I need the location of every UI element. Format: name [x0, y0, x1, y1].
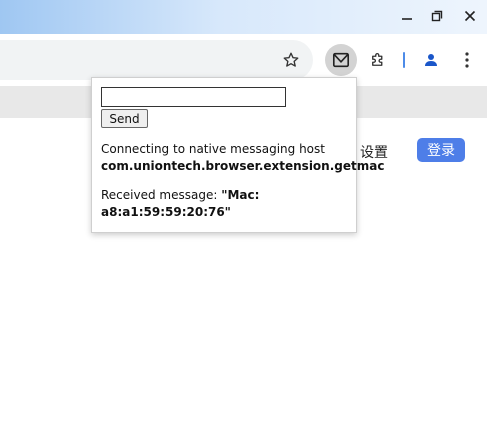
restore-button[interactable]: [426, 6, 448, 26]
extensions-button[interactable]: [362, 44, 394, 76]
extension-mail-button[interactable]: [325, 44, 357, 76]
address-bar[interactable]: [0, 40, 313, 80]
connecting-text: Connecting to native messaging host: [101, 142, 325, 156]
received-message: Received message: "Mac: a8:a1:59:59:20:7…: [101, 187, 261, 221]
login-button[interactable]: 登录: [417, 138, 465, 162]
connection-status: Connecting to native messaging host com.…: [101, 141, 385, 175]
message-input[interactable]: [101, 87, 286, 107]
star-icon: [283, 52, 299, 67]
minimize-button[interactable]: [396, 6, 418, 26]
toolbar-separator: [403, 52, 405, 68]
bookmark-star-button[interactable]: [275, 44, 307, 76]
received-label: Received message:: [101, 188, 222, 202]
profile-button[interactable]: [415, 44, 447, 76]
minimize-icon: [402, 18, 412, 20]
close-icon: [464, 10, 476, 22]
restore-icon: [431, 10, 443, 22]
close-button[interactable]: [459, 6, 481, 26]
menu-icon: [465, 52, 469, 68]
title-bar: [0, 0, 487, 34]
extension-mail-icon: [332, 52, 350, 68]
extension-popup: Send Connecting to native messaging host…: [91, 77, 385, 233]
host-name: com.uniontech.browser.extension.getmac: [101, 159, 385, 173]
profile-icon: [425, 54, 437, 66]
menu-button[interactable]: [451, 44, 483, 76]
send-button[interactable]: Send: [101, 109, 148, 128]
puzzle-icon: [372, 53, 383, 66]
